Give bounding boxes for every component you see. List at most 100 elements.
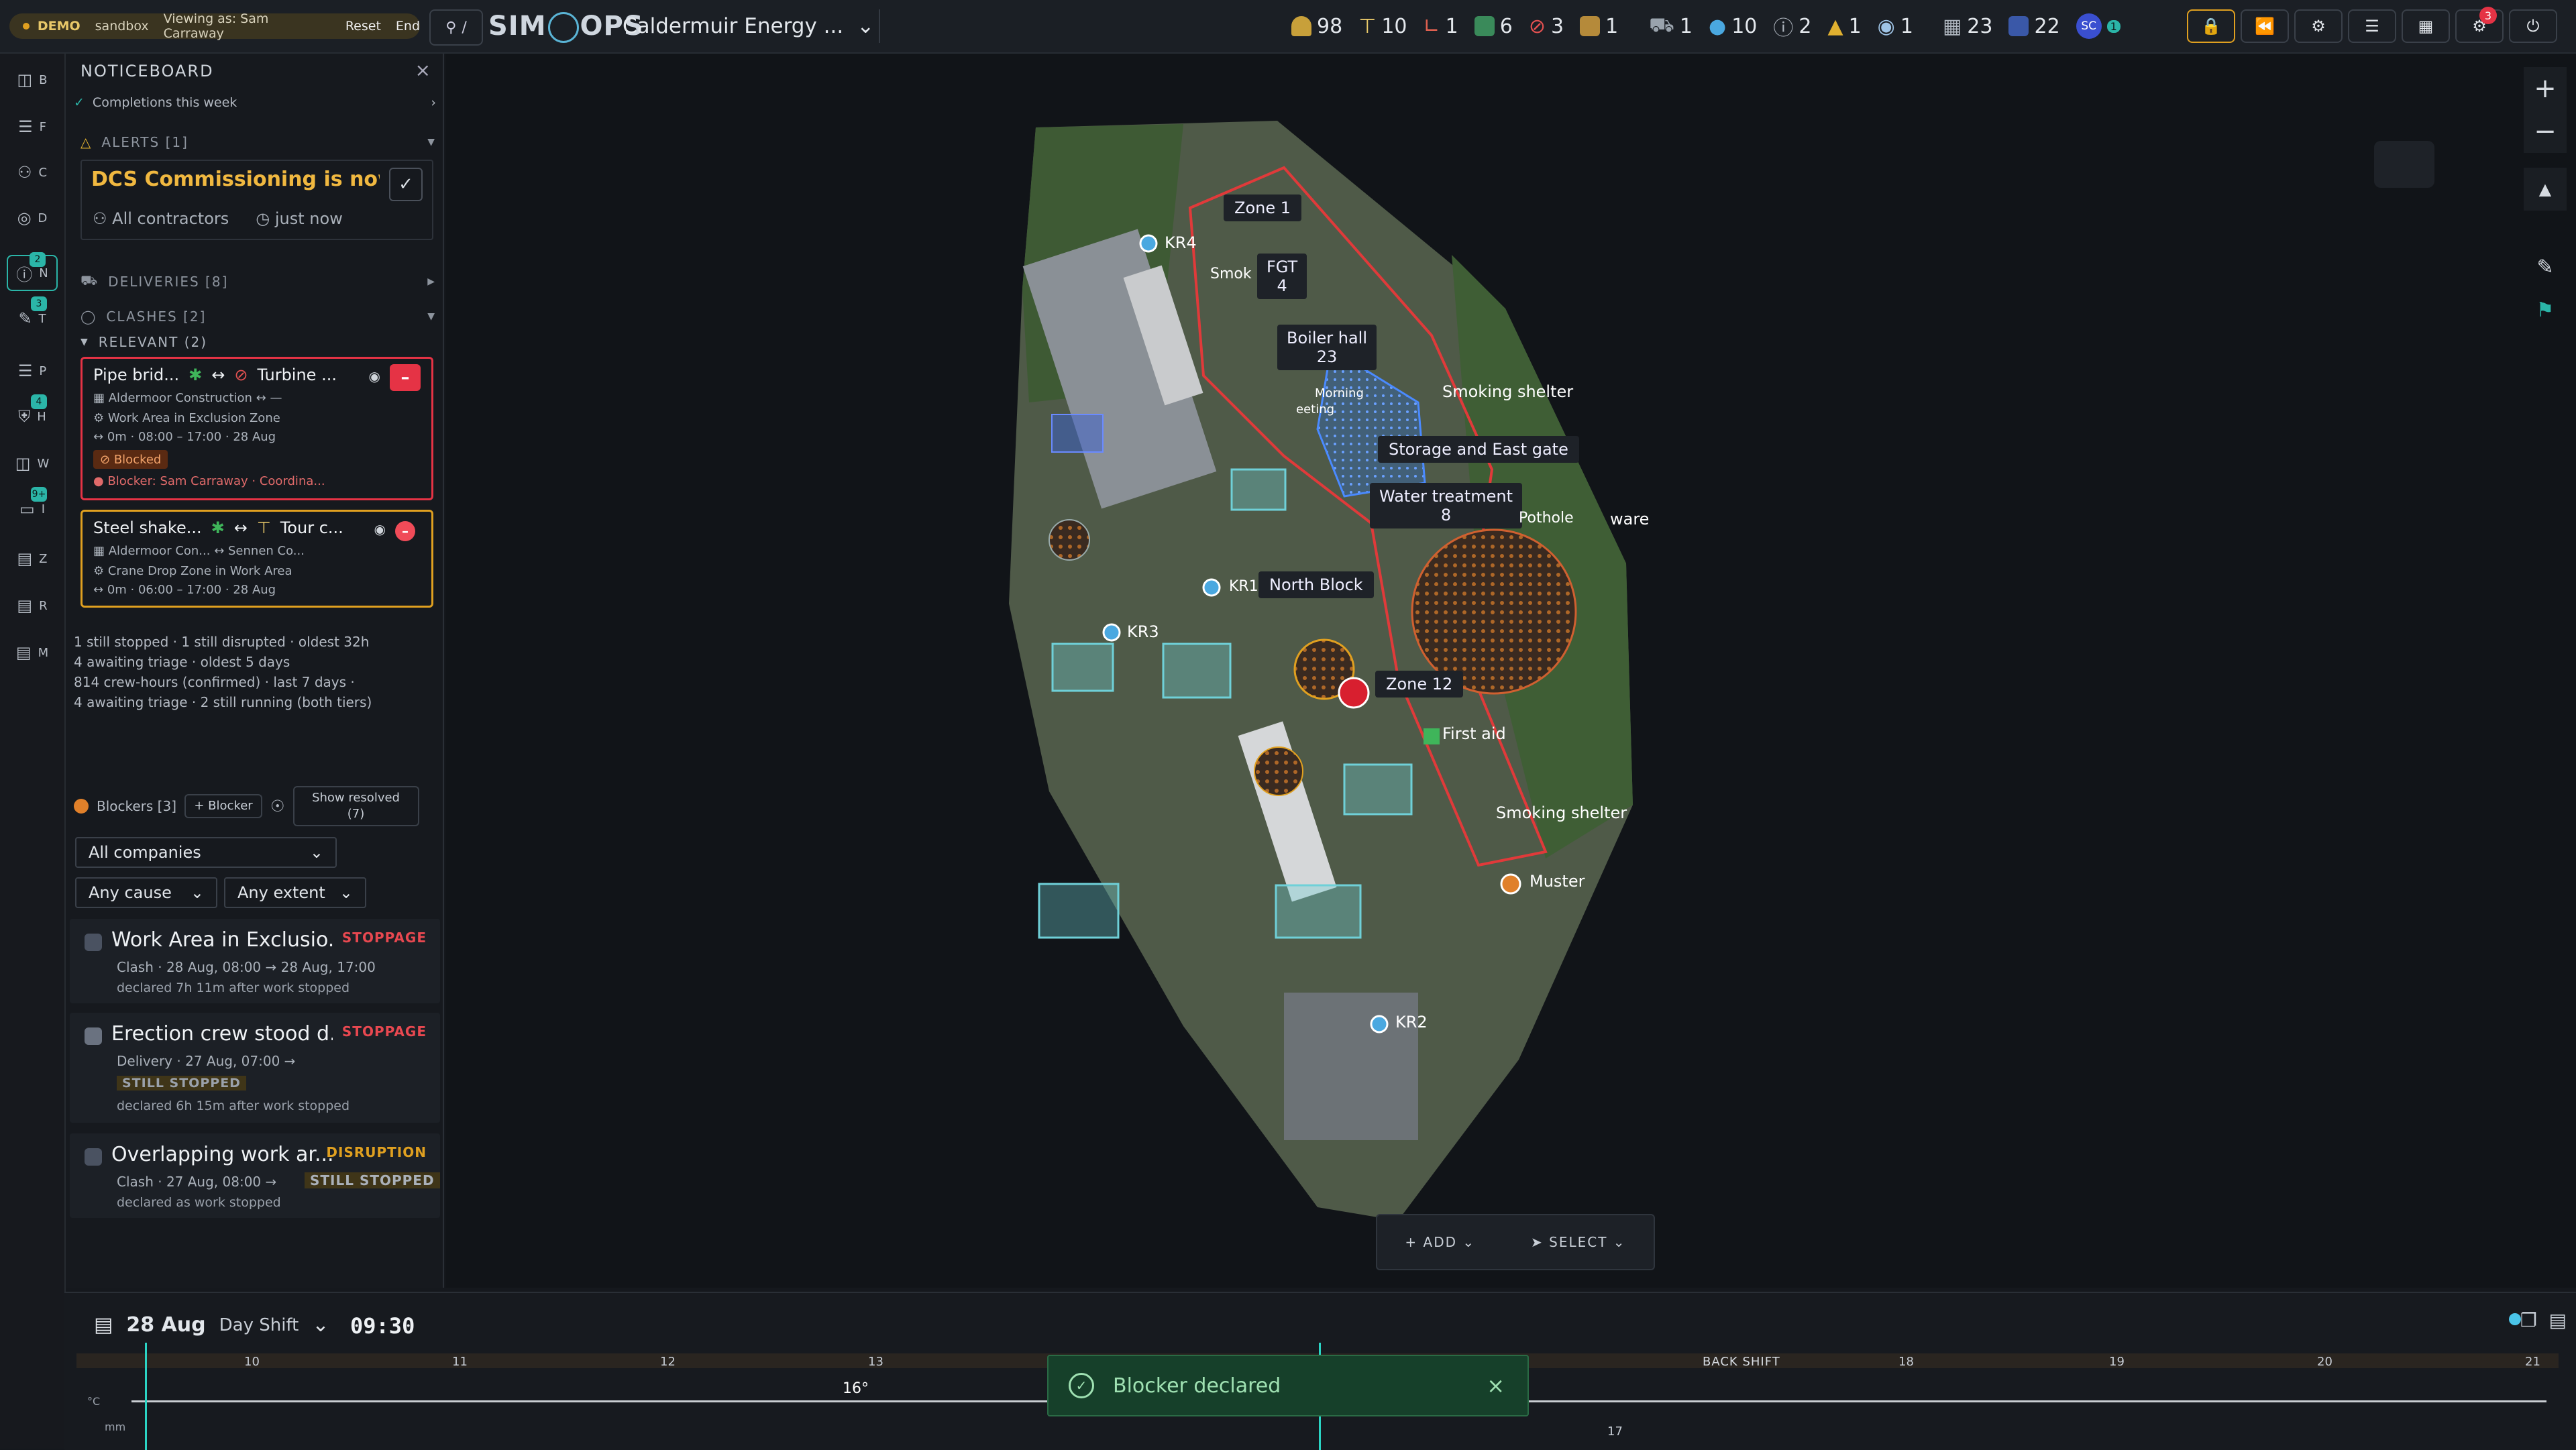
kr3-marker[interactable] bbox=[1102, 623, 1121, 642]
stop-marker-icon[interactable] bbox=[1338, 677, 1370, 709]
reset-button[interactable]: Reset bbox=[345, 19, 381, 34]
company-filter[interactable]: All companies ⌄ bbox=[75, 837, 337, 868]
kr2-marker[interactable] bbox=[1370, 1015, 1389, 1034]
map-label-smoking-shelter-2[interactable]: Smoking shelter bbox=[1496, 803, 1627, 822]
counter-zones[interactable]: 22 bbox=[2008, 15, 2060, 38]
notifications-button[interactable]: ⚙ 3 bbox=[2455, 7, 2504, 43]
blocker-item[interactable]: Work Area in Exclusio... STOPPAGE Clash … bbox=[70, 919, 440, 1003]
map-label-kr1[interactable]: KR1 bbox=[1229, 578, 1258, 595]
work-area[interactable] bbox=[1275, 884, 1362, 939]
rail-item-n[interactable]: ⓘ N 2 bbox=[7, 252, 58, 291]
chart-icon[interactable]: ▤ bbox=[2549, 1309, 2567, 1331]
map-label-muster[interactable]: Muster bbox=[1529, 872, 1585, 891]
search-button[interactable]: ⚲ / bbox=[429, 9, 483, 46]
acknowledge-button[interactable]: ✓ bbox=[389, 168, 423, 201]
close-icon[interactable]: × bbox=[1487, 1373, 1505, 1398]
kr1-marker[interactable] bbox=[1202, 578, 1221, 597]
alerts-header[interactable]: △ ALERTS [1] ▼ bbox=[80, 134, 436, 150]
work-area[interactable] bbox=[1343, 763, 1413, 816]
rail-item-c[interactable]: ⚇ C bbox=[7, 154, 58, 190]
map-label-storage[interactable]: Storage and East gate bbox=[1378, 436, 1579, 463]
counter-observations[interactable]: ◉ 1 bbox=[1878, 15, 1913, 38]
counter-hardhats[interactable]: 98 bbox=[1291, 15, 1342, 38]
cause-filter[interactable]: Any cause ⌄ bbox=[75, 877, 217, 908]
rail-item-i[interactable]: ▭ I 9+ bbox=[7, 487, 58, 527]
layers-button[interactable]: ☰ bbox=[2348, 9, 2396, 43]
counter-packages[interactable]: 1 bbox=[1580, 15, 1618, 38]
select-button[interactable]: ➤ SELECT ⌄ bbox=[1531, 1234, 1626, 1250]
map-label-zone12[interactable]: Zone 12 bbox=[1375, 671, 1464, 698]
work-area[interactable] bbox=[1051, 643, 1114, 692]
map-label-water-treatment[interactable]: Water treatment 8 bbox=[1370, 483, 1522, 528]
date-selector[interactable]: ▤ 28 Aug Day Shift ⌄ bbox=[94, 1313, 329, 1337]
map-label-kr3[interactable]: KR3 bbox=[1127, 622, 1159, 641]
stop-button[interactable]: – bbox=[390, 364, 421, 391]
counter-issues[interactable]: ⓘ 2 bbox=[1773, 11, 1811, 41]
counter-blocked[interactable]: ⊘ 3 bbox=[1529, 15, 1564, 38]
playhead[interactable] bbox=[145, 1343, 147, 1450]
map-label-boiler-hall[interactable]: Boiler hall 23 bbox=[1277, 325, 1377, 370]
stop-button[interactable]: – bbox=[395, 521, 415, 541]
show-resolved-button[interactable]: Show resolved (7) bbox=[292, 786, 419, 826]
close-icon[interactable]: × bbox=[415, 59, 431, 81]
project-selector[interactable]: Caldermuir Energy ... ⌄ bbox=[623, 9, 874, 43]
add-blocker-button[interactable]: + Blocker bbox=[184, 794, 263, 818]
rail-item-w[interactable]: ◫ W bbox=[7, 445, 58, 482]
end-button[interactable]: End bbox=[396, 19, 420, 34]
map-label-kr4[interactable]: KR4 bbox=[1165, 233, 1197, 252]
rail-item-z[interactable]: ▤ Z bbox=[7, 541, 58, 577]
counter-excavators[interactable]: ∟ 1 bbox=[1424, 15, 1458, 38]
settings-button[interactable]: ⚙ bbox=[2294, 9, 2343, 43]
rail-item-h[interactable]: ⛨ H 4 bbox=[7, 394, 58, 435]
comment-icon[interactable]: ✎ bbox=[2524, 245, 2567, 288]
rail-item-p[interactable]: ☰ P bbox=[7, 353, 58, 389]
work-area[interactable] bbox=[1038, 883, 1120, 939]
deliveries-header[interactable]: ⛟ DELIVERIES [8] ▶ bbox=[80, 272, 436, 290]
first-aid-icon[interactable] bbox=[1424, 728, 1440, 744]
clashes-header[interactable]: ◯ CLASHES [2] ▼ bbox=[80, 309, 436, 325]
muster-point-icon[interactable] bbox=[1500, 873, 1521, 895]
apps-button[interactable]: ▦ bbox=[2402, 9, 2450, 43]
counter-warnings[interactable]: ▲ 1 bbox=[1827, 15, 1861, 38]
clash-card-1[interactable]: Pipe brid... ✱ ↔ ⊘ Turbine ... ◉ – ▦ Ald… bbox=[80, 357, 433, 500]
map-canvas[interactable] bbox=[445, 54, 2576, 1288]
user-avatar[interactable]: SC 1 bbox=[2076, 13, 2121, 39]
counter-pins[interactable]: ● 10 bbox=[1709, 15, 1757, 38]
rail-item-t[interactable]: ✎ T 3 bbox=[7, 296, 58, 337]
north-button[interactable]: ▲ bbox=[2524, 168, 2567, 211]
alert-card[interactable]: DCS Commissioning is now ... ✓ ⚇ All con… bbox=[80, 160, 433, 240]
map-label-zone1[interactable]: Zone 1 bbox=[1224, 194, 1301, 221]
work-area[interactable] bbox=[1230, 468, 1287, 511]
kr4-marker[interactable] bbox=[1139, 234, 1158, 253]
map-label-fgt[interactable]: FGT 4 bbox=[1257, 254, 1307, 299]
add-button[interactable]: + ADD ⌄ bbox=[1405, 1234, 1475, 1250]
rail-item-m[interactable]: ▤ M bbox=[7, 634, 58, 671]
tag-icon[interactable]: ⚑ bbox=[2524, 288, 2567, 331]
blocker-item[interactable]: Overlapping work ar... DISRUPTION Clash … bbox=[70, 1133, 440, 1218]
blocker-item[interactable]: Erection crew stood d... STOPPAGE Delive… bbox=[70, 1013, 440, 1123]
lock-button[interactable]: 🔒 bbox=[2187, 9, 2235, 43]
map-label-first-aid[interactable]: First aid bbox=[1442, 724, 1506, 743]
map-label-kr2[interactable]: KR2 bbox=[1395, 1013, 1428, 1031]
relevant-header[interactable]: ▼ RELEVANT (2) bbox=[80, 334, 436, 350]
map-label-pothole[interactable]: Pothole bbox=[1519, 510, 1574, 526]
power-button[interactable]: ⏻ bbox=[2509, 9, 2557, 43]
counter-permits[interactable]: 6 bbox=[1474, 15, 1513, 38]
zoom-out-button[interactable]: − bbox=[2524, 110, 2567, 153]
zoom-in-button[interactable]: + bbox=[2524, 67, 2567, 110]
location-icon[interactable]: ☉ bbox=[270, 797, 285, 816]
counter-buildings[interactable]: ▦ 23 bbox=[1943, 15, 1993, 38]
rail-item-b[interactable]: ◫ B bbox=[7, 62, 58, 98]
rail-item-r[interactable]: ▤ R bbox=[7, 588, 58, 624]
counter-cranes[interactable]: ⊤ 10 bbox=[1358, 15, 1407, 38]
site-map[interactable]: Zone 1 KR4 Smok FGT 4 Boiler hall 23 Morni… bbox=[445, 54, 2576, 1288]
counter-trucks[interactable]: ⛟ 1 bbox=[1649, 13, 1693, 40]
rail-item-f[interactable]: ☰ F bbox=[7, 109, 58, 145]
work-area[interactable] bbox=[1162, 643, 1232, 699]
map-label-north-block[interactable]: North Block bbox=[1258, 571, 1374, 598]
rail-item-d[interactable]: ◎ D bbox=[7, 200, 58, 236]
clash-card-2[interactable]: Steel shake... ✱ ↔ ⊤ Tour c... ◉ – ▦ Ald… bbox=[80, 510, 433, 608]
extent-filter[interactable]: Any extent ⌄ bbox=[224, 877, 366, 908]
eye-icon[interactable]: ◉ bbox=[374, 521, 386, 537]
copy-icon[interactable]: ❐ bbox=[2520, 1309, 2537, 1331]
